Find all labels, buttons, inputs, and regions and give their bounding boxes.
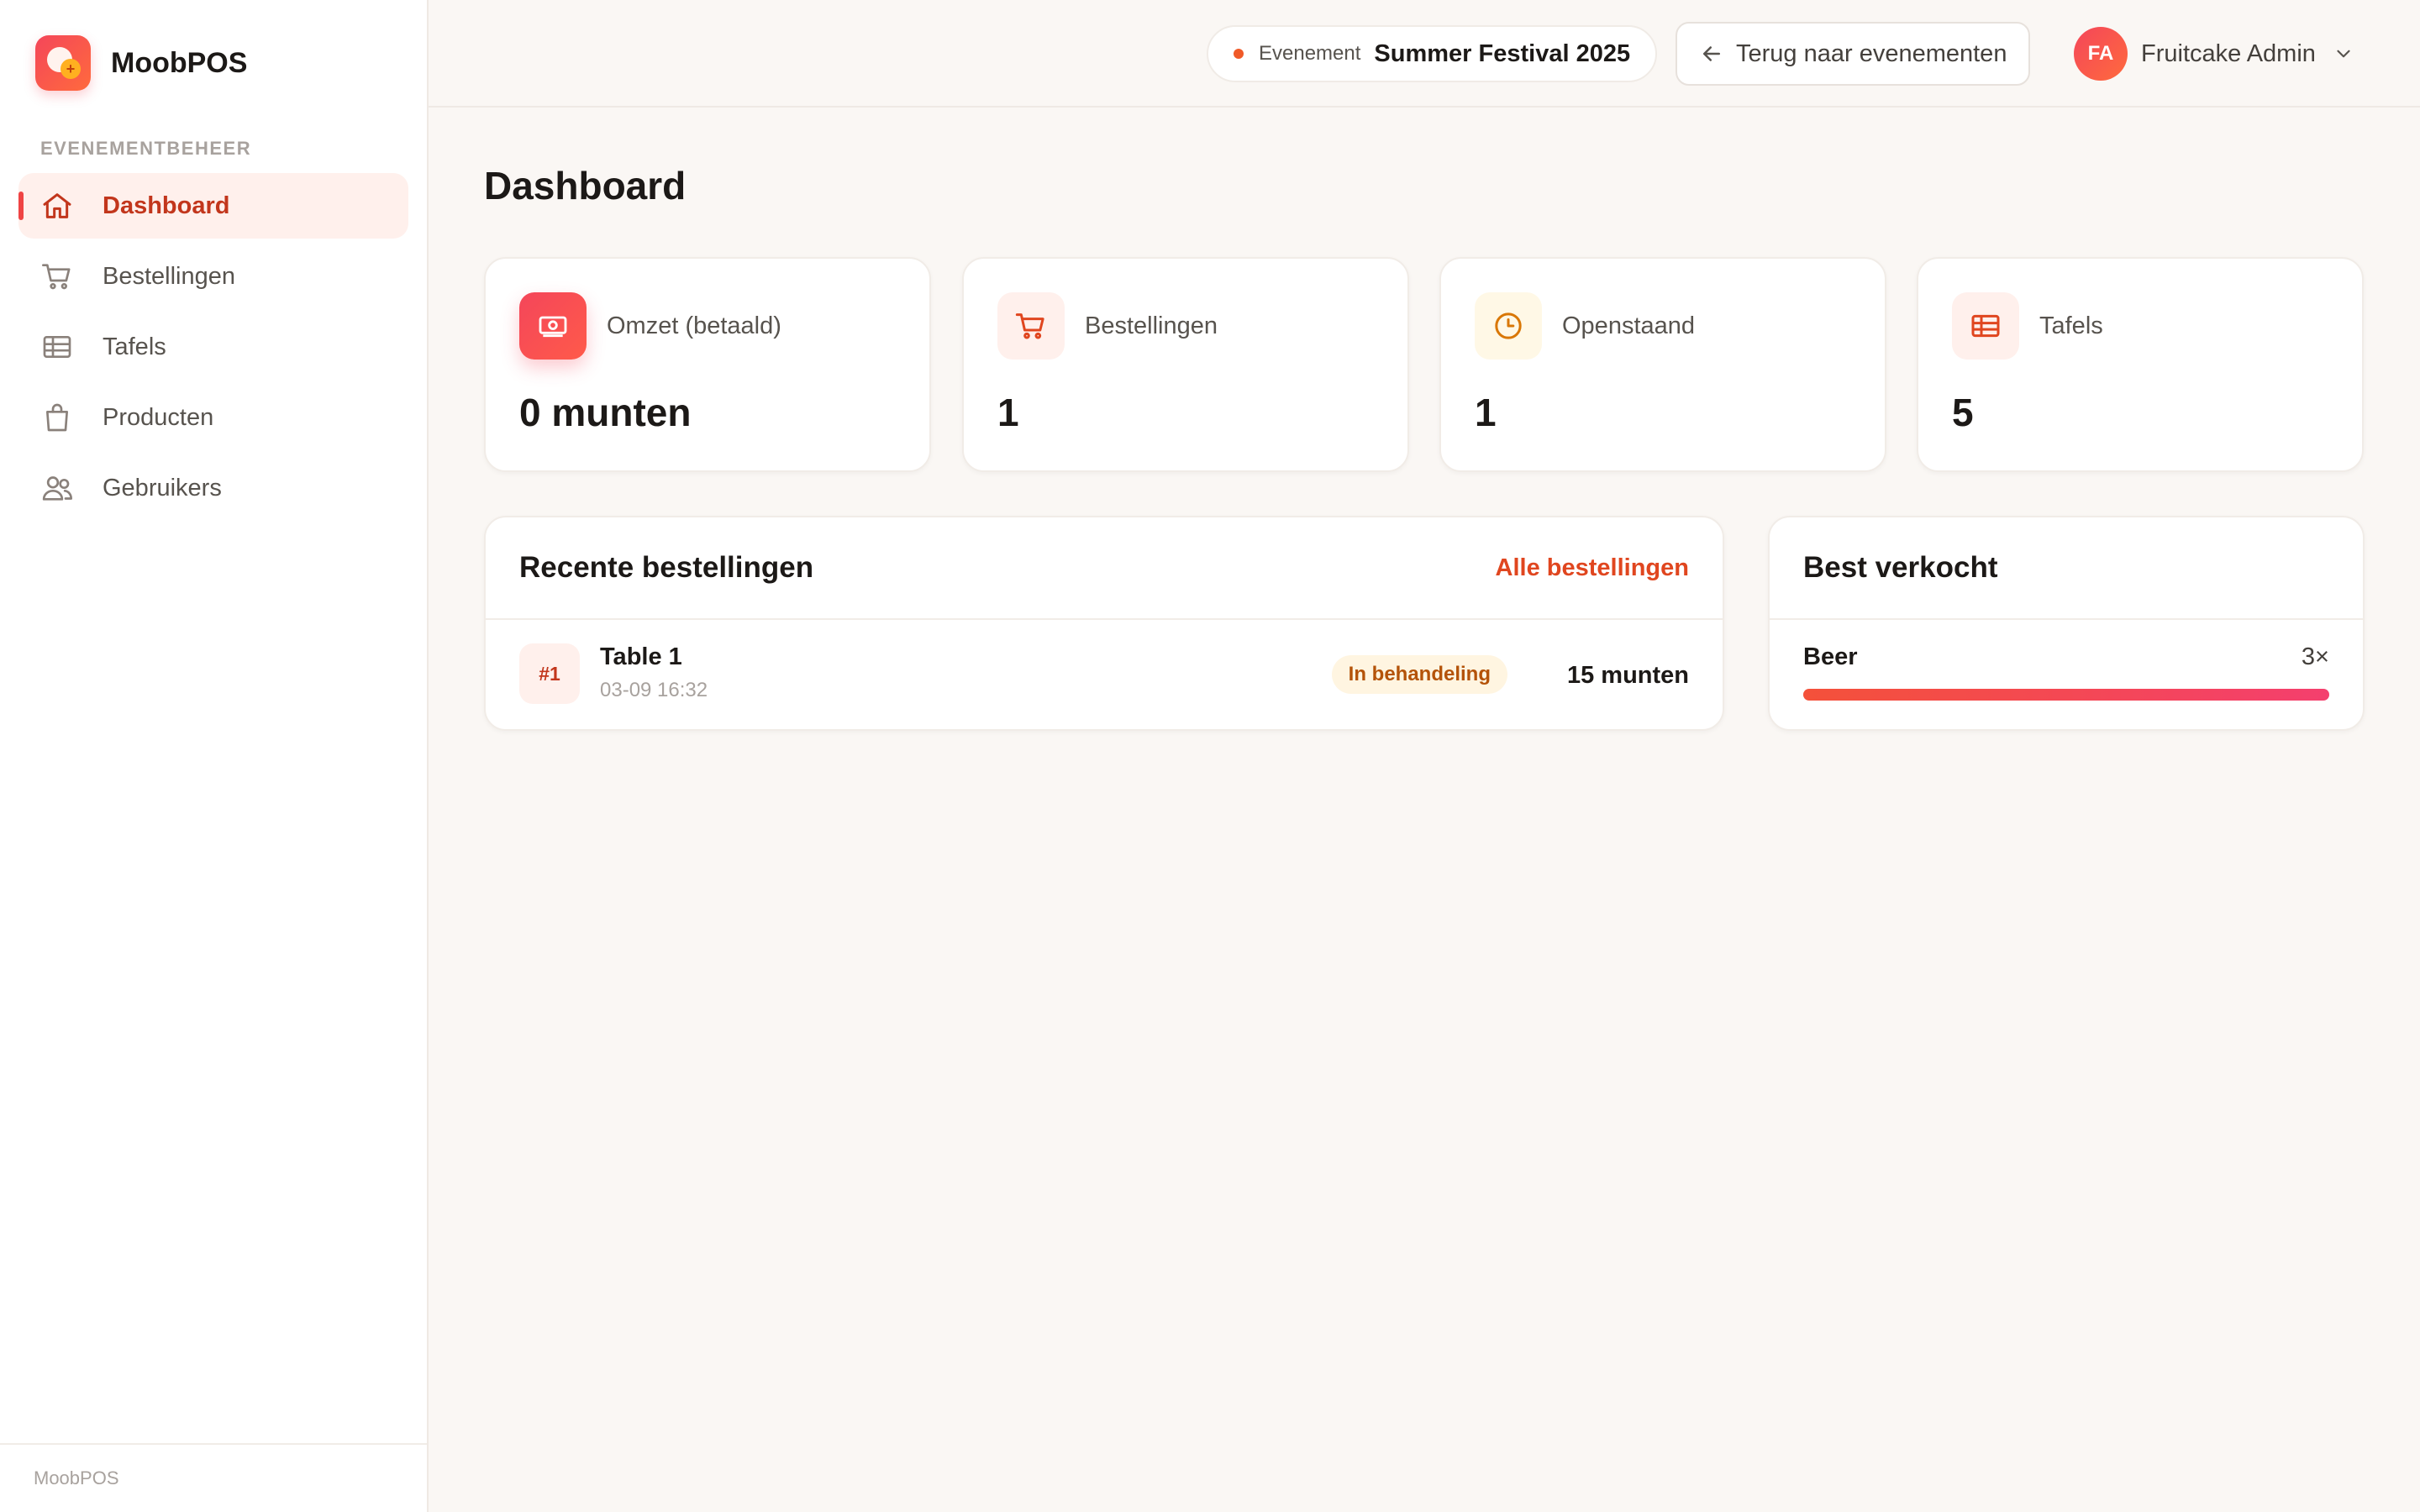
panel-header: Best verkocht [1770,517,2363,620]
product-count: 3× [2301,643,2329,670]
product-name: Beer [1803,643,1858,670]
page-title: Dashboard [484,164,687,207]
sidebar-item-label: Bestellingen [103,262,235,290]
sidebar-item-label: Tafels [103,333,166,360]
users-icon [40,471,74,505]
sidebar-footer: MoobPOS [0,1443,427,1512]
cart-icon [997,292,1065,360]
shopping-bag-icon [40,401,74,434]
sidebar-item-gebruikers[interactable]: Gebruikers [18,455,408,521]
arrow-left-icon [1703,46,1720,61]
order-date: 03-09 16:32 [600,679,708,701]
stat-label: Tafels [2039,312,2103,339]
all-orders-link[interactable]: Alle bestellingen [1496,554,1689,582]
recent-orders-panel: Recente bestellingen Alle bestellingen #… [484,516,1724,731]
sidebar-item-producten[interactable]: Producten [18,385,408,450]
table-icon [1952,292,2019,360]
user-name: Fruitcake Admin [2141,39,2316,67]
sidebar-item-label: Producten [103,403,214,431]
event-label: Evenement [1259,42,1361,65]
app-root: + MoobPOS EVENEMENTBEHEER Dashboard Best… [0,0,2420,1512]
sidebar-item-tafels[interactable]: Tafels [18,314,408,380]
cart-icon [40,260,74,293]
stat-value: 1 [1475,391,1497,434]
home-icon [40,189,74,223]
event-pill: Evenement Summer Festival 2025 [1207,25,1658,82]
user-menu[interactable]: FA Fruitcake Admin [2074,27,2354,81]
panel-title: Best verkocht [1803,551,1998,584]
list-item[interactable]: #1 Table 1 03-09 16:32 In behandeling 15… [519,642,1689,704]
clock-icon [1475,292,1542,360]
avatar: FA [2074,27,2128,81]
status-badge: In behandeling [1331,655,1507,694]
stat-value: 1 [997,391,1019,434]
sidebar: + MoobPOS EVENEMENTBEHEER Dashboard Best… [0,0,429,1512]
brand-logo-icon: + [35,35,91,91]
back-to-events-button[interactable]: Terug naar evenementen [1676,22,2031,86]
panel-header: Recente bestellingen Alle bestellingen [486,517,1723,620]
sidebar-section-label: EVENEMENTBEHEER [40,138,252,159]
order-number: #1 [519,643,580,704]
money-icon [519,292,587,360]
sidebar-nav: Dashboard Bestellingen Tafels Producten [18,173,408,526]
table-icon [40,330,74,364]
stat-value: 0 munten [519,391,692,434]
stat-card-tafels: Tafels 5 [1917,257,2364,472]
back-to-events-label: Terug naar evenementen [1736,39,2007,67]
stat-card-omzet: Omzet (betaald) 0 munten [484,257,931,472]
chevron-down-icon [2337,50,2350,58]
stat-value: 5 [1952,391,1974,434]
stat-card-bestellingen: Bestellingen 1 [962,257,1409,472]
panel-title: Recente bestellingen [519,551,814,584]
stat-label: Omzet (betaald) [607,312,781,339]
topbar: Evenement Summer Festival 2025 Terug naa… [429,0,2420,108]
brand-name: MoobPOS [111,46,248,79]
stat-label: Bestellingen [1085,312,1218,339]
sidebar-item-dashboard[interactable]: Dashboard [18,173,408,239]
progress-track [1803,689,2329,701]
stat-label: Openstaand [1562,312,1696,339]
best-sold-item: Beer 3× [1803,643,2329,701]
sidebar-item-label: Gebruikers [103,474,222,501]
stat-card-openstaand: Openstaand 1 [1439,257,1886,472]
sidebar-item-label: Dashboard [103,192,230,219]
brand[interactable]: + MoobPOS [35,35,247,91]
best-sold-panel: Best verkocht Beer 3× [1768,516,2365,731]
order-table: Table 1 [600,643,682,670]
event-status-dot [1234,49,1244,59]
progress-fill [1803,689,2329,701]
sidebar-item-bestellingen[interactable]: Bestellingen [18,244,408,309]
event-name: Summer Festival 2025 [1374,39,1631,67]
order-amount: 15 munten [1566,662,1689,689]
